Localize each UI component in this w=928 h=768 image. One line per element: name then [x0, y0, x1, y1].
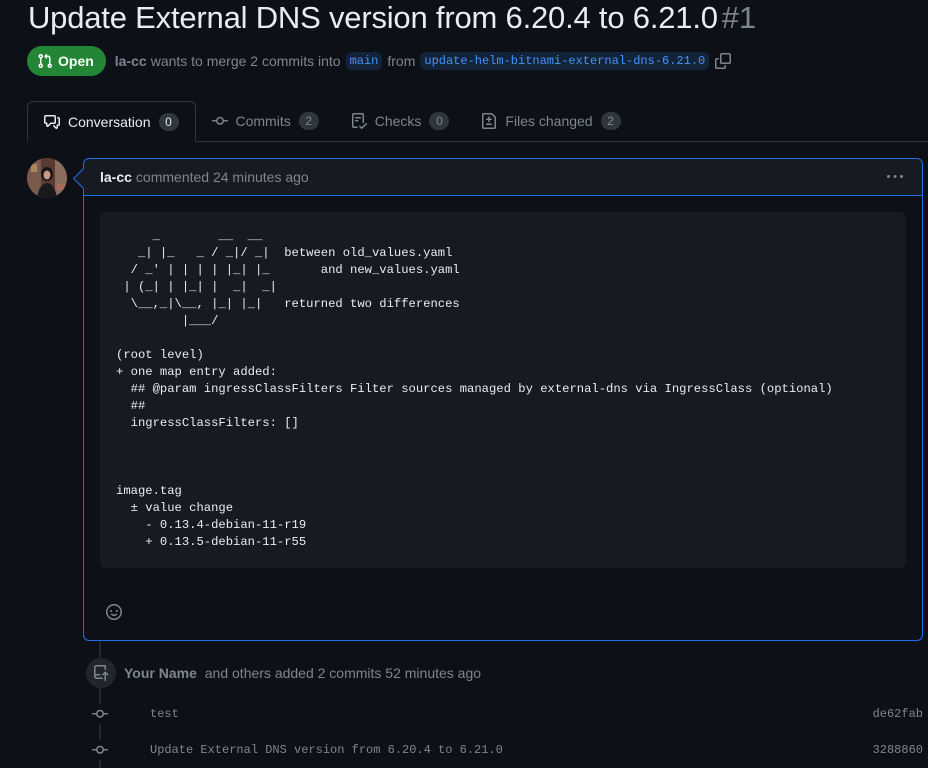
- kebab-horizontal-icon[interactable]: [886, 169, 904, 185]
- comment-code-block: _ __ __ _| |_ _ / _|/ _| between old_val…: [100, 212, 906, 568]
- repo-push-icon: [86, 658, 116, 688]
- commit-sha[interactable]: de62fab: [873, 707, 923, 721]
- tab-label: Files changed: [505, 113, 593, 129]
- base-branch[interactable]: main: [345, 52, 383, 70]
- head-branch[interactable]: update-helm-bitnami-external-dns-6.21.0: [420, 52, 710, 70]
- smiley-icon[interactable]: [102, 600, 126, 624]
- tab-counter: 2: [298, 112, 319, 130]
- pr-number: #1: [721, 0, 756, 35]
- tab-counter: 2: [600, 112, 621, 130]
- comment-author[interactable]: la-cc: [100, 169, 132, 185]
- avatar[interactable]: [27, 158, 67, 198]
- commit-message[interactable]: Update External DNS version from 6.20.4 …: [150, 743, 873, 757]
- comment-discussion-icon: [44, 114, 60, 129]
- commit-message[interactable]: test: [150, 707, 873, 721]
- commit-sha[interactable]: 3288860: [873, 743, 923, 757]
- tab-label: Commits: [235, 113, 291, 129]
- checklist-icon: [351, 113, 367, 129]
- git-commit-icon: [90, 740, 110, 760]
- pr-title-text: Update External DNS version from 6.20.4 …: [28, 0, 718, 35]
- page-title: Update External DNS version from 6.20.4 …: [28, 0, 756, 36]
- tab-conversation[interactable]: Conversation 0: [27, 101, 196, 142]
- comment-header: la-cc commented 24 minutes ago: [84, 159, 922, 196]
- pr-state-row: Open la-cc wants to merge 2 commits into…: [27, 46, 732, 76]
- pull-request-page: Update External DNS version from 6.20.4 …: [0, 0, 928, 768]
- commit-row: test de62fab: [90, 704, 923, 724]
- comment-body: _ __ __ _| |_ _ / _|/ _| between old_val…: [116, 229, 833, 549]
- tab-checks[interactable]: Checks 0: [335, 101, 466, 141]
- pr-tabs: Conversation 0 Commits 2 Checks 0 Files …: [27, 101, 928, 142]
- merge-text: wants to merge 2 commits into: [150, 53, 341, 69]
- copy-icon[interactable]: [715, 53, 732, 69]
- git-commit-icon: [90, 704, 110, 724]
- tab-counter: 0: [158, 112, 179, 131]
- comment-box: la-cc commented 24 minutes ago _ __ __ _…: [83, 158, 923, 641]
- tab-counter: 0: [429, 112, 450, 130]
- tab-label: Conversation: [68, 113, 151, 130]
- timeline-event-text: Your Name and others added 2 commits 52 …: [124, 665, 481, 681]
- commit-row: Update External DNS version from 6.20.4 …: [90, 740, 923, 760]
- timeline-commits-event: Your Name and others added 2 commits 52 …: [86, 658, 481, 688]
- open-status-badge: Open: [27, 46, 106, 76]
- timeline-description: and others added 2 commits 52 minutes ag…: [204, 665, 482, 681]
- file-diff-icon: [482, 113, 497, 129]
- status-label: Open: [58, 53, 94, 69]
- author-link[interactable]: la-cc: [115, 53, 147, 69]
- tab-files-changed[interactable]: Files changed 2: [465, 101, 636, 141]
- from-text: from: [387, 53, 416, 69]
- pr-meta: la-cc wants to merge 2 commits into main…: [115, 52, 732, 70]
- tab-label: Checks: [374, 113, 422, 129]
- git-commit-icon: [211, 116, 228, 125]
- comment-timestamp[interactable]: commented 24 minutes ago: [136, 169, 309, 185]
- timeline-author[interactable]: Your Name: [124, 665, 197, 681]
- git-pull-request-icon: [38, 53, 53, 69]
- tab-commits[interactable]: Commits 2: [196, 101, 335, 141]
